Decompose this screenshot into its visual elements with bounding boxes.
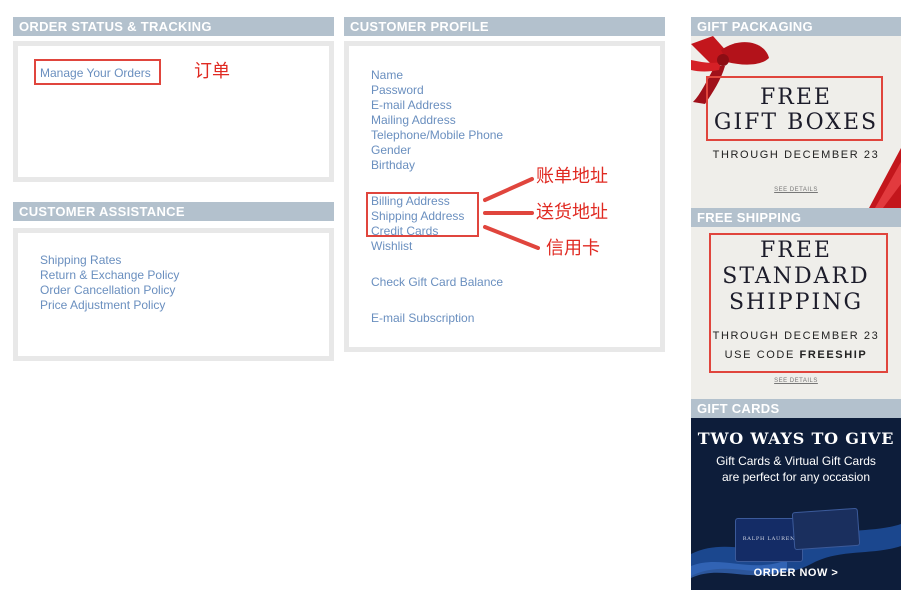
- customer-profile-header: CUSTOMER PROFILE: [344, 17, 665, 36]
- arrow-credit: [483, 225, 540, 250]
- gift-cards-header: GIFT CARDS: [691, 399, 901, 418]
- gift-packaging-banner[interactable]: FREE GIFT BOXES THROUGH DECEMBER 23 SEE …: [691, 36, 901, 208]
- shipping-annotation: 送货地址: [536, 202, 608, 223]
- gift-card-back: [791, 507, 861, 551]
- order-now-button[interactable]: ORDER NOW >: [691, 567, 901, 579]
- manage-orders-highlight: [34, 59, 161, 85]
- price-adjustment-link[interactable]: Price Adjustment Policy: [40, 298, 165, 313]
- arrow-billing: [483, 177, 534, 202]
- profile-phone-link[interactable]: Telephone/Mobile Phone: [371, 128, 503, 143]
- free-shipping-banner[interactable]: FREE STANDARD SHIPPING THROUGH DECEMBER …: [691, 227, 901, 399]
- profile-name-link[interactable]: Name: [371, 68, 403, 83]
- gift-card-balance-link[interactable]: Check Gift Card Balance: [371, 275, 503, 290]
- return-exchange-link[interactable]: Return & Exchange Policy: [40, 268, 179, 283]
- gift-card-brand: RALPH LAUREN: [742, 536, 796, 542]
- free-shipping-see-details[interactable]: SEE DETAILS: [691, 378, 901, 384]
- billing-annotation: 账单地址: [536, 166, 608, 187]
- address-cards-highlight: [366, 192, 479, 237]
- code-prefix: USE CODE: [724, 349, 800, 361]
- gift-boxes-line1: FREE: [760, 85, 832, 110]
- gift-cards-sub2: are perfect for any occasion: [721, 470, 871, 484]
- gift-cards-sub1: Gift Cards & Virtual Gift Cards: [716, 454, 876, 468]
- gift-boxes-line2: GIFT BOXES: [713, 110, 879, 135]
- email-subscription-link[interactable]: E-mail Subscription: [371, 311, 474, 326]
- gift-cards-banner[interactable]: TWO WAYS TO GIVE Gift Cards & Virtual Gi…: [691, 418, 901, 590]
- free-shipping-through: THROUGH DECEMBER 23: [712, 330, 880, 342]
- profile-email-link[interactable]: E-mail Address: [371, 98, 452, 113]
- gift-cards-headline: TWO WAYS TO GIVE: [697, 429, 895, 448]
- free-shipping-line1: FREE: [760, 238, 832, 263]
- order-status-header: ORDER STATUS & TRACKING: [13, 17, 334, 36]
- free-shipping-line2: STANDARD: [722, 264, 870, 289]
- profile-mailing-link[interactable]: Mailing Address: [371, 113, 456, 128]
- profile-birthday-link[interactable]: Birthday: [371, 158, 415, 173]
- order-cancellation-link[interactable]: Order Cancellation Policy: [40, 283, 175, 298]
- free-shipping-header: FREE SHIPPING: [691, 208, 901, 227]
- customer-assistance-header: CUSTOMER ASSISTANCE: [13, 202, 334, 221]
- gift-packaging-header: GIFT PACKAGING: [691, 17, 901, 36]
- credit-annotation: 信用卡: [546, 238, 600, 259]
- shipping-rates-link[interactable]: Shipping Rates: [40, 253, 121, 268]
- profile-gender-link[interactable]: Gender: [371, 143, 411, 158]
- gift-boxes-through: THROUGH DECEMBER 23: [712, 149, 880, 161]
- profile-password-link[interactable]: Password: [371, 83, 424, 98]
- annotation-arrows: [483, 177, 540, 250]
- free-shipping-line3: SHIPPING: [728, 290, 864, 315]
- promo-code: FREESHIP: [799, 349, 868, 361]
- order-annotation: 订单: [194, 61, 230, 82]
- wishlist-link[interactable]: Wishlist: [371, 239, 412, 254]
- free-shipping-code-line: USE CODE FREESHIP: [691, 349, 901, 361]
- gift-boxes-see-details[interactable]: SEE DETAILS: [691, 187, 901, 193]
